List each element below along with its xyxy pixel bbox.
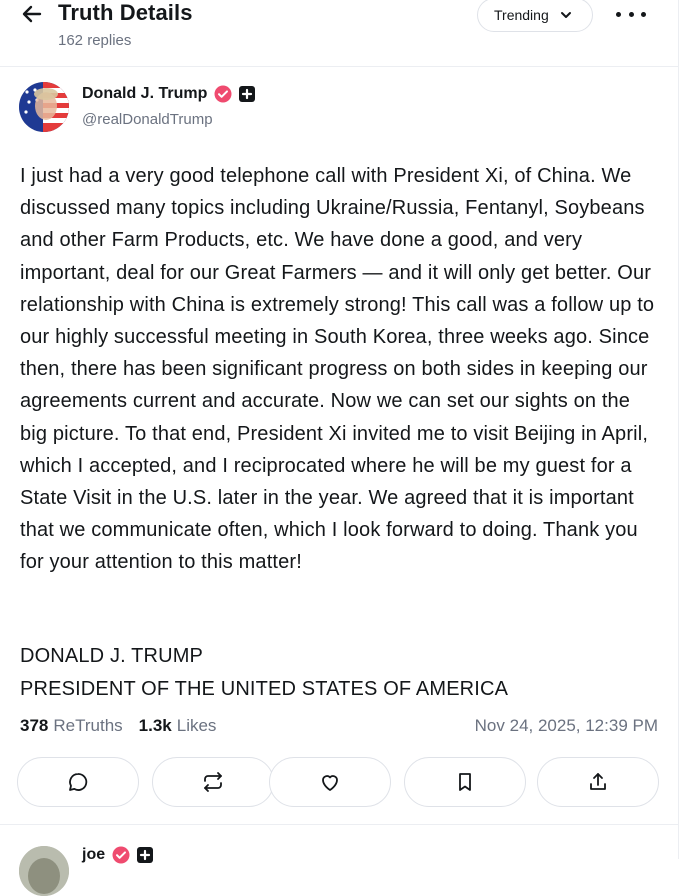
author-avatar[interactable]	[19, 82, 69, 132]
reply-button[interactable]	[17, 757, 139, 807]
post-stats: 378 ReTruths 1.3k Likes	[20, 716, 226, 736]
retruth-icon	[204, 772, 222, 792]
reply-count: 162 replies	[58, 32, 132, 49]
sort-dropdown[interactable]: Trending	[477, 0, 593, 32]
share-button[interactable]	[537, 757, 659, 807]
more-dot-icon	[628, 11, 634, 17]
signature-name: DONALD J. TRUMP	[20, 645, 204, 667]
signature-title: PRESIDENT OF THE UNITED STATES OF AMERIC…	[20, 678, 509, 700]
retruth-button[interactable]	[152, 757, 274, 807]
sort-dropdown-label: Trending	[494, 7, 549, 23]
chevron-down-icon	[560, 12, 571, 18]
more-dot-icon	[641, 11, 646, 17]
verified-badge-icon	[112, 846, 130, 864]
like-button[interactable]	[269, 757, 391, 807]
reply-icon	[69, 773, 88, 791]
author-handle[interactable]: @realDonaldTrump	[82, 111, 213, 128]
post-actions	[17, 757, 662, 809]
more-options-button[interactable]	[616, 4, 646, 24]
likes-stat[interactable]: 1.3k Likes	[139, 716, 217, 736]
author-name-row: Donald J. Trump	[82, 85, 256, 103]
page-title: Truth Details	[58, 0, 193, 25]
post-divider	[0, 824, 678, 825]
header-divider	[0, 66, 678, 67]
plus-badge-icon	[239, 86, 256, 102]
reply-author-name[interactable]: joe	[82, 846, 105, 864]
post-signature: DONALD J. TRUMP PRESIDENT OF THE UNITED …	[20, 640, 508, 706]
retruths-stat[interactable]: 378 ReTruths	[20, 716, 123, 736]
retruths-label: ReTruths	[53, 716, 123, 735]
likes-label: Likes	[176, 716, 217, 735]
bookmark-icon	[459, 773, 471, 791]
post-timestamp: Nov 24, 2025, 12:39 PM	[474, 716, 658, 735]
plus-badge-icon	[137, 847, 154, 863]
retruths-count: 378	[20, 716, 49, 735]
reply-avatar[interactable]	[19, 846, 69, 896]
more-dot-icon	[616, 11, 621, 17]
post-text: I just had a very good telephone call wi…	[20, 165, 655, 574]
share-icon	[590, 773, 606, 790]
top-bar: Truth Details 162 replies Trending	[0, 0, 678, 56]
truth-details-panel: Truth Details 162 replies Trending Donal…	[0, 0, 679, 896]
back-arrow-icon[interactable]	[20, 2, 44, 26]
heart-icon	[322, 775, 338, 791]
author-name[interactable]: Donald J. Trump	[82, 85, 207, 103]
bookmark-button[interactable]	[404, 757, 526, 807]
likes-count: 1.3k	[138, 716, 172, 735]
post-body: I just had a very good telephone call wi…	[20, 160, 660, 579]
verified-badge-icon	[214, 85, 232, 103]
reply-author-row: joe	[82, 846, 154, 864]
